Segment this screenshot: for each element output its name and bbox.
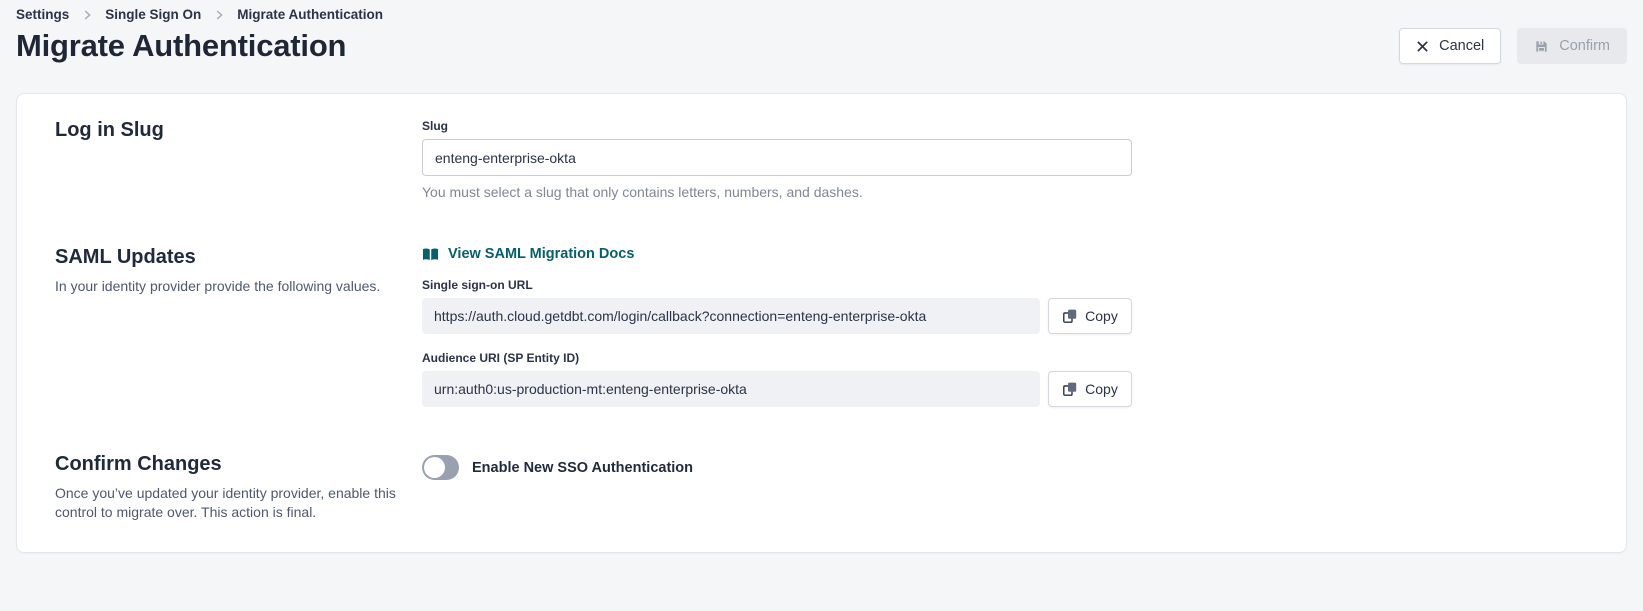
view-saml-migration-docs-label: View SAML Migration Docs — [448, 246, 634, 262]
section-login-slug-right: Slug You must select a slug that only co… — [422, 119, 1588, 200]
confirm-changes-heading: Confirm Changes — [55, 453, 406, 476]
copy-icon — [1062, 381, 1078, 397]
slug-label: Slug — [422, 119, 1588, 133]
toggle-knob — [424, 457, 445, 478]
page: Settings Single Sign On Migrate Authenti… — [0, 0, 1643, 553]
chevron-right-icon — [80, 8, 94, 22]
section-login-slug: Log in Slug Slug You must select a slug … — [55, 119, 1588, 200]
breadcrumb: Settings Single Sign On Migrate Authenti… — [16, 0, 1627, 22]
page-title: Migrate Authentication — [16, 28, 346, 64]
copy-sso-url-label: Copy — [1085, 308, 1118, 324]
close-icon — [1416, 40, 1429, 53]
section-saml-updates-right: View SAML Migration Docs Single sign-on … — [422, 246, 1588, 407]
section-saml-updates: SAML Updates In your identity provider p… — [55, 246, 1588, 407]
audience-uri-value: urn:auth0:us-production-mt:enteng-enterp… — [422, 371, 1040, 407]
section-saml-updates-left: SAML Updates In your identity provider p… — [55, 246, 422, 407]
breadcrumb-single-sign-on[interactable]: Single Sign On — [105, 7, 201, 22]
enable-sso-toggle[interactable] — [422, 455, 459, 480]
section-login-slug-left: Log in Slug — [55, 119, 422, 200]
title-row: Migrate Authentication Cancel — [16, 28, 1627, 64]
breadcrumb-settings[interactable]: Settings — [16, 7, 69, 22]
copy-audience-uri-button[interactable]: Copy — [1048, 371, 1132, 407]
login-slug-heading: Log in Slug — [55, 119, 406, 142]
section-confirm-changes-left: Confirm Changes Once you’ve updated your… — [55, 453, 422, 522]
confirm-button-label: Confirm — [1559, 38, 1610, 54]
sso-url-value: https://auth.cloud.getdbt.com/login/call… — [422, 298, 1040, 334]
section-confirm-changes: Confirm Changes Once you’ve updated your… — [55, 453, 1588, 522]
settings-card: Log in Slug Slug You must select a slug … — [16, 93, 1627, 553]
book-icon — [422, 247, 439, 262]
section-confirm-changes-right: Enable New SSO Authentication — [422, 453, 1588, 522]
confirm-changes-description: Once you’ve updated your identity provid… — [55, 484, 400, 522]
copy-sso-url-button[interactable]: Copy — [1048, 298, 1132, 334]
save-icon — [1534, 39, 1549, 54]
breadcrumb-migrate-authentication[interactable]: Migrate Authentication — [237, 7, 383, 22]
copy-audience-uri-label: Copy — [1085, 381, 1118, 397]
slug-helper-text: You must select a slug that only contain… — [422, 184, 1588, 200]
audience-uri-label: Audience URI (SP Entity ID) — [422, 351, 1588, 365]
confirm-button[interactable]: Confirm — [1517, 28, 1627, 64]
chevron-right-icon — [212, 8, 226, 22]
cancel-button[interactable]: Cancel — [1399, 28, 1501, 64]
view-saml-migration-docs-link[interactable]: View SAML Migration Docs — [422, 246, 634, 262]
sso-url-group: Single sign-on URL https://auth.cloud.ge… — [422, 278, 1588, 334]
enable-sso-toggle-row: Enable New SSO Authentication — [422, 455, 1588, 480]
cancel-button-label: Cancel — [1439, 38, 1484, 54]
audience-uri-group: Audience URI (SP Entity ID) urn:auth0:us… — [422, 351, 1588, 407]
copy-icon — [1062, 308, 1078, 324]
slug-input[interactable] — [422, 139, 1132, 176]
saml-updates-heading: SAML Updates — [55, 246, 406, 269]
saml-updates-description: In your identity provider provide the fo… — [55, 277, 400, 296]
sso-url-label: Single sign-on URL — [422, 278, 1588, 292]
enable-sso-toggle-label: Enable New SSO Authentication — [472, 460, 693, 476]
header-actions: Cancel Confirm — [1399, 28, 1627, 64]
